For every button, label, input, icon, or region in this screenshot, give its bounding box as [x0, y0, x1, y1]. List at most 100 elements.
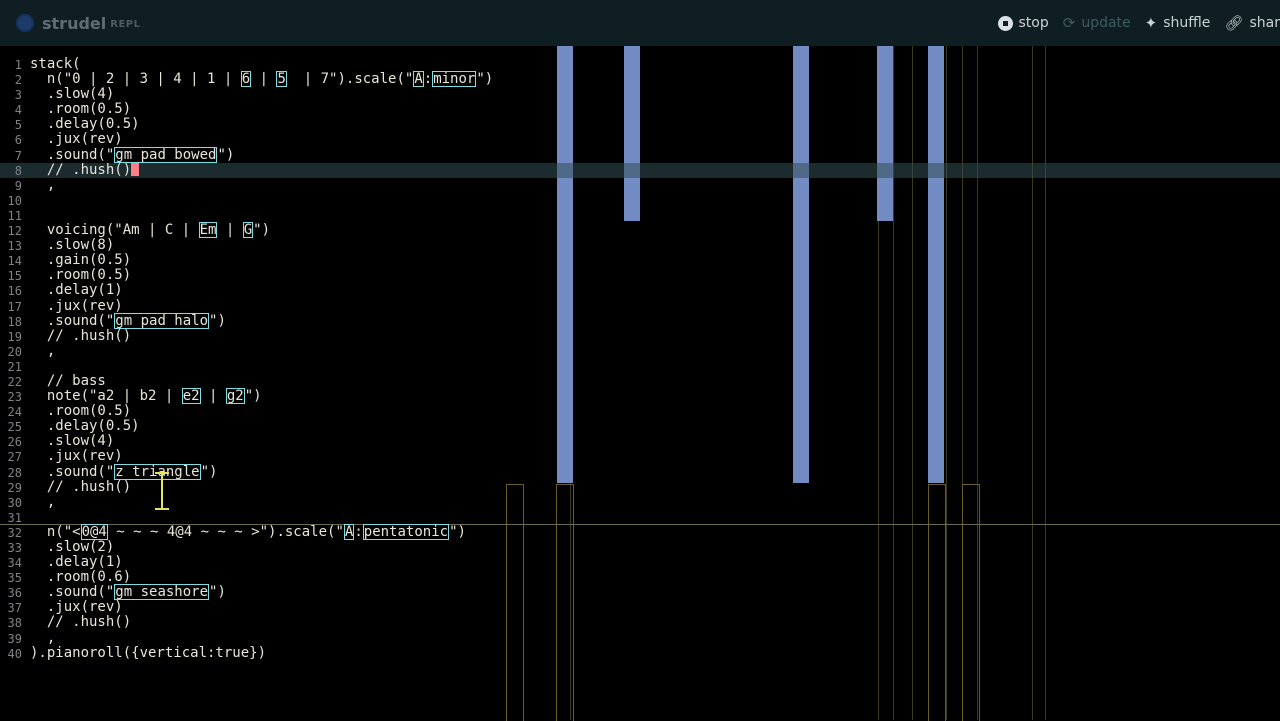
active-token-highlight: G — [243, 222, 253, 238]
line-number: 29 — [0, 481, 22, 496]
logo[interactable]: strudel REPL — [16, 14, 140, 33]
line-number: 25 — [0, 420, 22, 435]
stop-button[interactable]: stop — [998, 15, 1049, 31]
code-line[interactable]: 18 .sound("gm_pad_halo") — [0, 314, 1280, 329]
line-number: 24 — [0, 405, 22, 420]
code-text: // .hush() — [30, 163, 139, 178]
code-text: .sound("gm_seashore") — [30, 585, 226, 600]
code-line[interactable]: 16 .delay(1) — [0, 283, 1280, 298]
code-line[interactable]: 28 .sound("z_triangle") — [0, 465, 1280, 480]
code-line[interactable]: 6 .jux(rev) — [0, 132, 1280, 147]
code-line[interactable]: 35 .room(0.6) — [0, 570, 1280, 585]
code-text: // bass — [30, 374, 106, 389]
code-text: .slow(4) — [30, 87, 114, 102]
line-number: 4 — [0, 103, 22, 118]
share-label: shar — [1249, 15, 1280, 31]
line-number: 31 — [0, 511, 22, 526]
code-line[interactable]: 29 // .hush() — [0, 480, 1280, 495]
code-line[interactable]: 40).pianoroll({vertical:true}) — [0, 646, 1280, 661]
code-text: , — [30, 178, 55, 193]
code-text: // .hush() — [30, 480, 131, 495]
refresh-icon: ⟳ — [1063, 14, 1076, 32]
code-text: note("a2 | b2 | e2 | g2") — [30, 389, 262, 404]
code-line[interactable]: 25 .delay(0.5) — [0, 419, 1280, 434]
line-number: 7 — [0, 149, 22, 164]
toolbar: stop ⟳ update ✦ shuffle 🔗︎ shar — [998, 0, 1280, 46]
active-token-highlight: Em — [199, 222, 218, 238]
code-text: .gain(0.5) — [30, 253, 131, 268]
code-text: , — [30, 344, 55, 359]
code-line[interactable]: 37 .jux(rev) — [0, 600, 1280, 615]
code-line[interactable]: 30 , — [0, 495, 1280, 510]
code-text: .room(0.5) — [30, 404, 131, 419]
code-line[interactable]: 20 , — [0, 344, 1280, 359]
code-line[interactable]: 23 note("a2 | b2 | e2 | g2") — [0, 389, 1280, 404]
code-line[interactable]: 4 .room(0.5) — [0, 102, 1280, 117]
code-line[interactable]: 36 .sound("gm_seashore") — [0, 585, 1280, 600]
code-editor[interactable]: 1stack(2 n("0 | 2 | 3 | 4 | 1 | 6 | 5 | … — [0, 57, 1280, 661]
code-line[interactable]: 8 // .hush() — [0, 163, 1280, 178]
code-line[interactable]: 15 .room(0.5) — [0, 268, 1280, 283]
code-line[interactable]: 12 voicing("Am | C | Em | G") — [0, 223, 1280, 238]
app-name: strudel — [42, 14, 106, 33]
active-token-highlight: A — [413, 71, 423, 87]
code-line[interactable]: 1stack( — [0, 57, 1280, 72]
code-line[interactable]: 2 n("0 | 2 | 3 | 4 | 1 | 6 | 5 | 7").sca… — [0, 72, 1280, 87]
code-line[interactable]: 38 // .hush() — [0, 615, 1280, 630]
text-cursor — [131, 163, 139, 176]
code-text: .room(0.5) — [30, 268, 131, 283]
update-label: update — [1081, 15, 1130, 31]
line-number: 39 — [0, 632, 22, 647]
line-number: 28 — [0, 466, 22, 481]
code-line[interactable]: 26 .slow(4) — [0, 434, 1280, 449]
top-bar: strudel REPL stop ⟳ update ✦ shuffle 🔗︎ … — [0, 0, 1280, 46]
app-subtitle: REPL — [110, 19, 140, 30]
active-token-highlight: g2 — [226, 388, 245, 404]
update-button[interactable]: ⟳ update — [1063, 14, 1131, 32]
code-line[interactable]: 19 // .hush() — [0, 329, 1280, 344]
code-text: // .hush() — [30, 615, 131, 630]
line-number: 20 — [0, 345, 22, 360]
share-button[interactable]: 🔗︎ shar — [1224, 14, 1280, 32]
code-line[interactable]: 14 .gain(0.5) — [0, 253, 1280, 268]
code-text: .sound("gm_pad_bowed") — [30, 148, 234, 163]
code-line[interactable]: 33 .slow(2) — [0, 540, 1280, 555]
code-line[interactable]: 22 // bass — [0, 374, 1280, 389]
sparkle-icon: ✦ — [1145, 14, 1158, 32]
active-token-highlight: pentatonic — [363, 524, 449, 540]
line-number: 11 — [0, 209, 22, 224]
code-line[interactable]: 5 .delay(0.5) — [0, 117, 1280, 132]
active-token-highlight: e2 — [182, 388, 201, 404]
line-number: 8 — [0, 164, 22, 179]
line-number: 36 — [0, 586, 22, 601]
code-line[interactable]: 10 — [0, 193, 1280, 208]
code-line[interactable]: 31 — [0, 510, 1280, 525]
link-icon: 🔗︎ — [1224, 14, 1243, 32]
line-number: 17 — [0, 300, 22, 315]
code-line[interactable]: 27 .jux(rev) — [0, 449, 1280, 464]
code-line[interactable]: 34 .delay(1) — [0, 555, 1280, 570]
code-text: .sound("gm_pad_halo") — [30, 314, 226, 329]
line-number: 10 — [0, 194, 22, 209]
code-line[interactable]: 17 .jux(rev) — [0, 299, 1280, 314]
code-line[interactable]: 7 .sound("gm_pad_bowed") — [0, 148, 1280, 163]
active-token-highlight: gm_seashore — [114, 584, 209, 600]
line-number: 21 — [0, 360, 22, 375]
code-line[interactable]: 13 .slow(8) — [0, 238, 1280, 253]
code-line[interactable]: 24 .room(0.5) — [0, 404, 1280, 419]
code-line[interactable]: 32 n("<0@4 ~ ~ ~ 4@4 ~ ~ ~ >").scale("A:… — [0, 525, 1280, 540]
line-number: 12 — [0, 224, 22, 239]
line-number: 18 — [0, 315, 22, 330]
code-line[interactable]: 3 .slow(4) — [0, 87, 1280, 102]
stop-label: stop — [1019, 15, 1049, 31]
code-text: n("0 | 2 | 3 | 4 | 1 | 6 | 5 | 7").scale… — [30, 72, 493, 87]
shuffle-button[interactable]: ✦ shuffle — [1145, 14, 1211, 32]
line-number: 5 — [0, 118, 22, 133]
code-line[interactable]: 21 — [0, 359, 1280, 374]
code-line[interactable]: 9 , — [0, 178, 1280, 193]
active-token-highlight: minor — [432, 71, 476, 87]
code-line[interactable]: 11 — [0, 208, 1280, 223]
line-number: 30 — [0, 496, 22, 511]
line-number: 6 — [0, 133, 22, 148]
code-line[interactable]: 39 , — [0, 631, 1280, 646]
